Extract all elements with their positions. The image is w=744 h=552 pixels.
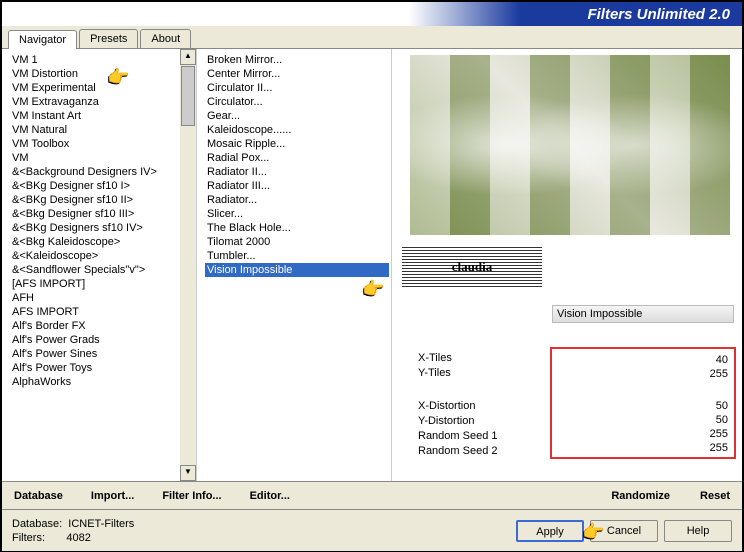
filter-item[interactable]: Center Mirror... bbox=[205, 67, 389, 81]
randomize-button[interactable]: Randomize bbox=[611, 490, 670, 502]
category-item[interactable]: Alf's Border FX bbox=[10, 319, 194, 333]
status-info: Database: ICNET-Filters Filters: 4082 bbox=[12, 517, 134, 545]
cancel-button[interactable]: Cancel bbox=[590, 520, 658, 542]
param-value-rs2[interactable]: 255 bbox=[710, 442, 728, 454]
filter-item[interactable]: Circulator... bbox=[205, 95, 389, 109]
filter-item[interactable]: Tumbler... bbox=[205, 249, 389, 263]
watermark-stamp: claudia bbox=[402, 247, 542, 287]
scroll-thumb[interactable] bbox=[181, 66, 195, 126]
filter-item[interactable]: Radial Pox... bbox=[205, 151, 389, 165]
param-value-xdist[interactable]: 50 bbox=[716, 400, 728, 412]
category-item[interactable]: Alf's Power Toys bbox=[10, 361, 194, 375]
category-item[interactable]: VM Distortion bbox=[10, 67, 194, 81]
category-item[interactable]: VM Natural bbox=[10, 123, 194, 137]
category-item[interactable]: &<Bkg Designer sf10 III> bbox=[10, 207, 194, 221]
category-item[interactable]: &<Background Designers IV> bbox=[10, 165, 194, 179]
toolbar: Database Import... Filter Info... Editor… bbox=[2, 481, 742, 509]
category-item[interactable]: AlphaWorks bbox=[10, 375, 194, 389]
filter-item[interactable]: Radiator III... bbox=[205, 179, 389, 193]
tab-about[interactable]: About bbox=[140, 29, 191, 48]
param-label-rs1: Random Seed 1 bbox=[418, 429, 548, 444]
category-item[interactable]: VM Toolbox bbox=[10, 137, 194, 151]
filter-pane: Broken Mirror...Center Mirror...Circulat… bbox=[197, 49, 392, 481]
category-item[interactable]: &<BKg Designers sf10 IV> bbox=[10, 221, 194, 235]
category-item[interactable]: &<Bkg Kaleidoscope> bbox=[10, 235, 194, 249]
category-item[interactable]: Alf's Power Sines bbox=[10, 347, 194, 361]
tab-presets[interactable]: Presets bbox=[79, 29, 138, 48]
app-title: Filters Unlimited 2.0 bbox=[587, 6, 730, 23]
category-item[interactable]: VM bbox=[10, 151, 194, 165]
tab-navigator[interactable]: Navigator bbox=[8, 30, 77, 49]
main-area: VM 1VM DistortionVM ExperimentalVM Extra… bbox=[2, 49, 742, 481]
scroll-up-icon[interactable]: ▲ bbox=[180, 49, 196, 65]
filters-value: 4082 bbox=[66, 532, 90, 544]
param-label-ytiles: Y-Tiles bbox=[418, 366, 548, 381]
category-item[interactable]: &<Sandflower Specials"v"> bbox=[10, 263, 194, 277]
filter-name-label: Vision Impossible bbox=[552, 305, 734, 323]
filter-item[interactable]: Tilomat 2000 bbox=[205, 235, 389, 249]
param-label-xtiles: X-Tiles bbox=[418, 351, 548, 366]
preview-image bbox=[410, 55, 730, 235]
category-item[interactable]: &<BKg Designer sf10 II> bbox=[10, 193, 194, 207]
db-label: Database: bbox=[12, 518, 62, 530]
param-label-rs2: Random Seed 2 bbox=[418, 444, 548, 459]
scroll-down-icon[interactable]: ▼ bbox=[180, 465, 196, 481]
category-item[interactable]: VM Experimental bbox=[10, 81, 194, 95]
param-label-ydist: Y-Distortion bbox=[418, 414, 548, 429]
import-button[interactable]: Import... bbox=[91, 490, 134, 502]
filter-item[interactable]: The Black Hole... bbox=[205, 221, 389, 235]
filter-item[interactable]: Radiator... bbox=[205, 193, 389, 207]
category-scrollbar[interactable]: ▲ ▼ bbox=[180, 49, 196, 481]
category-item[interactable]: VM 1 bbox=[10, 53, 194, 67]
filter-info-button[interactable]: Filter Info... bbox=[162, 490, 221, 502]
filter-item[interactable]: Broken Mirror... bbox=[205, 53, 389, 67]
category-item[interactable]: AFS IMPORT bbox=[10, 305, 194, 319]
category-item[interactable]: VM Instant Art bbox=[10, 109, 194, 123]
filter-item[interactable]: Kaleidoscope...... bbox=[205, 123, 389, 137]
category-list[interactable]: VM 1VM DistortionVM ExperimentalVM Extra… bbox=[2, 49, 196, 481]
category-pane: VM 1VM DistortionVM ExperimentalVM Extra… bbox=[2, 49, 197, 481]
param-value-ytiles[interactable]: 255 bbox=[710, 368, 728, 380]
param-value-xtiles[interactable]: 40 bbox=[716, 354, 728, 366]
category-item[interactable]: [AFS IMPORT] bbox=[10, 277, 194, 291]
param-values: 40 255 50 50 255 255 bbox=[550, 347, 736, 459]
param-value-rs1[interactable]: 255 bbox=[710, 428, 728, 440]
filters-label: Filters: bbox=[12, 532, 45, 544]
filter-item[interactable]: Circulator II... bbox=[205, 81, 389, 95]
category-item[interactable]: &<Kaleidoscope> bbox=[10, 249, 194, 263]
footer: Database: ICNET-Filters Filters: 4082 Ap… bbox=[2, 509, 742, 551]
help-button[interactable]: Help bbox=[664, 520, 732, 542]
editor-button[interactable]: Editor... bbox=[250, 490, 290, 502]
filter-item[interactable]: Radiator II... bbox=[205, 165, 389, 179]
filter-list[interactable]: Broken Mirror...Center Mirror...Circulat… bbox=[197, 49, 391, 481]
category-item[interactable]: AFH bbox=[10, 291, 194, 305]
param-labels: X-Tiles Y-Tiles X-Distortion Y-Distortio… bbox=[418, 347, 548, 461]
apply-button[interactable]: Apply bbox=[516, 520, 584, 542]
category-item[interactable]: Alf's Power Grads bbox=[10, 333, 194, 347]
filter-item[interactable]: Mosaic Ripple... bbox=[205, 137, 389, 151]
filter-item[interactable]: Vision Impossible bbox=[205, 263, 389, 277]
category-item[interactable]: VM Extravaganza bbox=[10, 95, 194, 109]
tab-bar: Navigator Presets About bbox=[2, 26, 742, 49]
param-value-ydist[interactable]: 50 bbox=[716, 414, 728, 426]
filter-item[interactable]: Gear... bbox=[205, 109, 389, 123]
param-label-xdist: X-Distortion bbox=[418, 399, 548, 414]
category-item[interactable]: &<BKg Designer sf10 I> bbox=[10, 179, 194, 193]
filter-item[interactable]: Slicer... bbox=[205, 207, 389, 221]
title-bar: Filters Unlimited 2.0 bbox=[2, 2, 742, 26]
reset-button[interactable]: Reset bbox=[700, 490, 730, 502]
db-value: ICNET-Filters bbox=[68, 518, 134, 530]
database-button[interactable]: Database bbox=[14, 490, 63, 502]
